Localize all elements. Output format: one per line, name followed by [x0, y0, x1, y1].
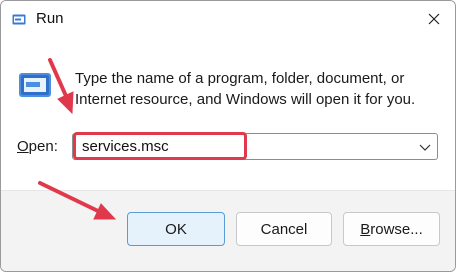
chevron-down-icon[interactable]: [419, 142, 431, 152]
ok-button[interactable]: OK: [127, 212, 225, 246]
close-button[interactable]: [419, 5, 449, 33]
dialog-description: Type the name of a program, folder, docu…: [75, 70, 416, 108]
cancel-button[interactable]: Cancel: [236, 212, 332, 246]
annotation-highlight-box: [73, 132, 247, 160]
browse-button[interactable]: Browse...: [343, 212, 440, 246]
window-title: Run: [36, 10, 64, 27]
run-dialog: Run Type the name of a program, folder, …: [0, 0, 456, 272]
run-app-icon: [19, 73, 51, 97]
open-label: Open:: [17, 138, 58, 155]
browse-label-accel: B: [360, 220, 371, 238]
open-label-rest: pen:: [28, 138, 58, 155]
run-app-icon: [12, 14, 26, 25]
close-icon: [428, 13, 440, 25]
browse-label-rest: rowse...: [370, 220, 423, 238]
title-bar: Run: [1, 1, 455, 39]
open-label-accel: O: [17, 138, 29, 155]
